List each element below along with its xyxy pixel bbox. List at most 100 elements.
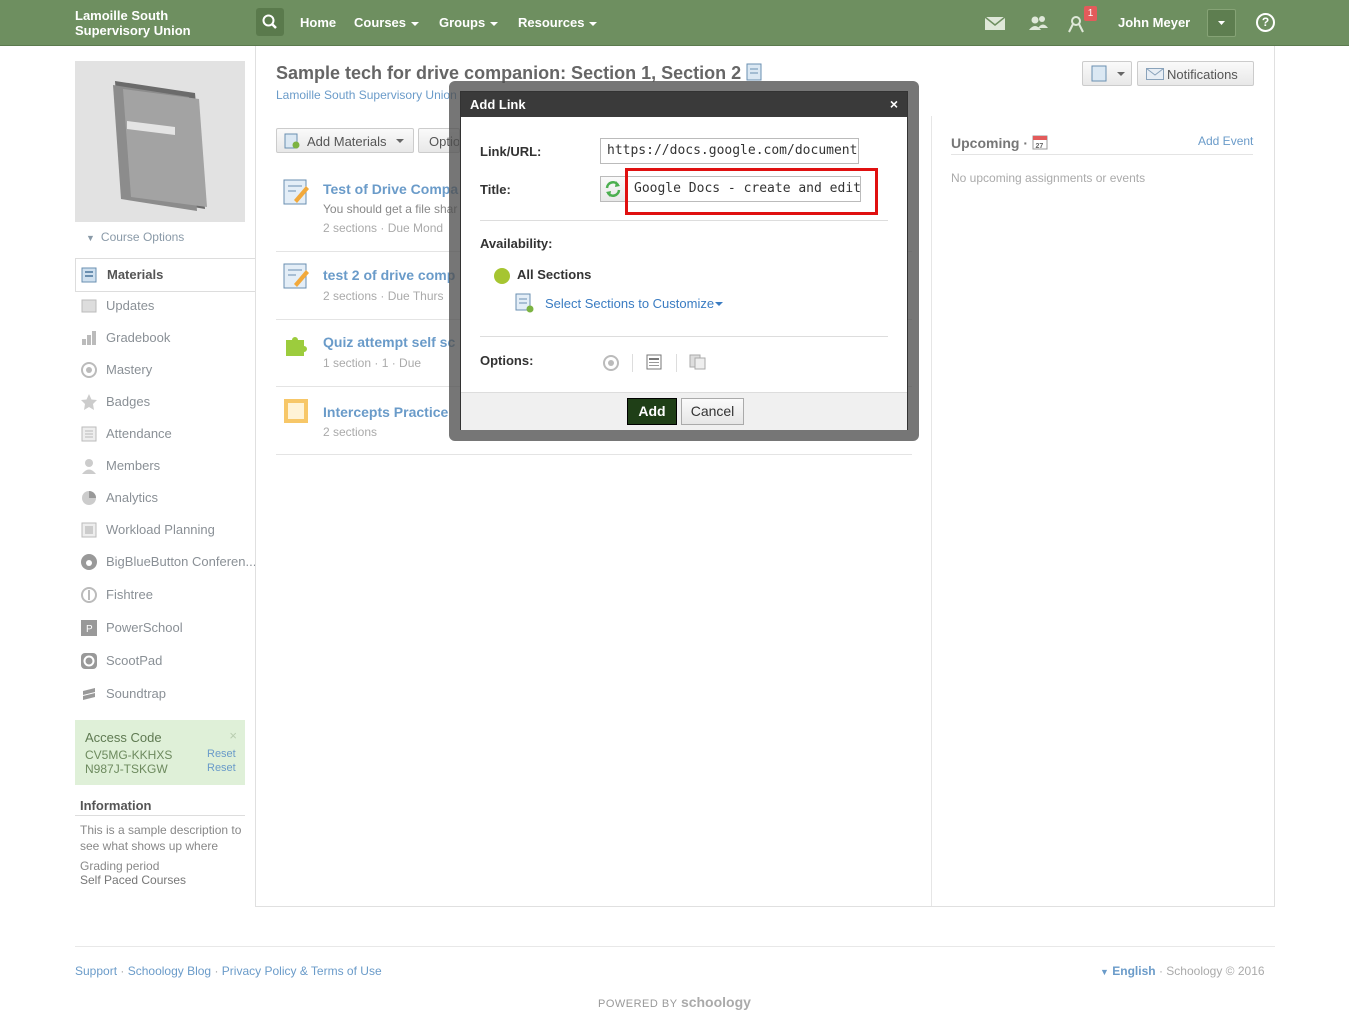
sidebar-item-members[interactable]: Members	[75, 450, 255, 482]
support-link[interactable]: Support	[75, 964, 117, 978]
mail-icon	[1146, 68, 1164, 80]
nav-courses[interactable]: Courses	[354, 15, 420, 30]
refresh-title-button[interactable]	[600, 176, 626, 202]
help-icon[interactable]: ?	[1256, 13, 1275, 32]
sidebar-item-gradebook[interactable]: Gradebook	[75, 322, 255, 354]
sidebar-item-label: PowerSchool	[106, 620, 183, 635]
notification-badge: 1	[1084, 6, 1097, 21]
grid-icon[interactable]	[646, 354, 662, 370]
availability-label: Availability:	[480, 236, 553, 251]
mastery-icon	[81, 362, 97, 378]
link-url-label: Link/URL:	[480, 144, 542, 159]
material-title[interactable]: Test of Drive Compa	[323, 181, 458, 197]
nav-courses-label: Courses	[354, 15, 407, 30]
brand-line-2: Supervisory Union	[75, 23, 191, 38]
sidebar-item-updates[interactable]: Updates	[75, 290, 255, 322]
divider	[632, 354, 633, 372]
divider	[75, 946, 1275, 947]
sidebar-item-label: Members	[106, 458, 161, 473]
brand-logo[interactable]: Lamoille South Supervisory Union	[75, 8, 191, 38]
scootpad-icon	[81, 653, 97, 669]
book-icon	[113, 81, 207, 211]
nav-home[interactable]: Home	[300, 15, 336, 30]
assignment-icon	[283, 263, 309, 289]
add-materials-label: Add Materials	[307, 134, 387, 149]
refresh-icon	[605, 181, 621, 197]
material-title[interactable]: test 2 of drive comp	[323, 267, 455, 283]
chevron-down-icon	[1218, 21, 1225, 25]
nav-groups-label: Groups	[439, 15, 486, 30]
options-label: Options:	[480, 353, 534, 368]
sidebar-item-materials[interactable]: Materials	[75, 258, 255, 292]
user-name[interactable]: John Meyer	[1118, 15, 1190, 30]
language-selector[interactable]: English	[1112, 964, 1155, 978]
add-materials-button[interactable]: Add Materials	[276, 128, 414, 153]
reset-code-2-link[interactable]: Reset	[207, 762, 236, 774]
add-materials-icon	[284, 133, 300, 149]
upcoming-heading: Upcoming · 27	[951, 134, 1048, 151]
material-meta: 2 sections	[323, 425, 378, 439]
search-button[interactable]	[256, 8, 284, 36]
material-meta: 2 sections · Due Thurs	[323, 289, 444, 303]
target-icon[interactable]	[602, 354, 620, 372]
all-sections-label: All Sections	[517, 267, 592, 282]
sidebar-item-badges[interactable]: Badges	[75, 386, 255, 418]
sidebar-item-bigbluebutton[interactable]: BigBlueButton Conferen...	[75, 546, 257, 578]
calendar-icon[interactable]: 27	[1032, 134, 1048, 150]
material-title[interactable]: Intercepts Practice	[323, 404, 448, 420]
sidebar-item-fishtree[interactable]: Fishtree	[75, 579, 255, 611]
add-button[interactable]: Add	[627, 398, 677, 425]
copyright: Schoology © 2016	[1166, 964, 1265, 978]
copy-icon[interactable]	[689, 354, 707, 370]
gradebook-icon	[82, 331, 96, 345]
chevron-down-icon	[490, 21, 499, 26]
access-code-2: N987J-TSKGW	[85, 762, 168, 776]
divider	[951, 154, 1253, 155]
cancel-button[interactable]: Cancel	[681, 398, 744, 425]
blog-link[interactable]: Schoology Blog	[128, 964, 211, 978]
sidebar-item-label: Fishtree	[106, 587, 153, 602]
reset-code-1-link[interactable]: Reset	[207, 748, 236, 760]
school-link[interactable]: Lamoille South Supervisory Union	[276, 88, 457, 102]
sections-icon	[515, 293, 534, 313]
svg-text:27: 27	[1035, 143, 1043, 150]
chevron-down-icon	[396, 139, 404, 143]
close-icon[interactable]: ×	[890, 96, 898, 112]
notifications-button[interactable]: Notifications	[1137, 61, 1254, 86]
mail-icon[interactable]	[984, 13, 1006, 33]
upcoming-title: Upcoming ·	[951, 135, 1028, 151]
link-url-input[interactable]: https://docs.google.com/document/d/	[600, 138, 859, 164]
material-title[interactable]: Quiz attempt self sc	[323, 334, 455, 350]
select-sections-label: Select Sections to Customize	[545, 296, 715, 311]
material-description: You should get a file shar	[323, 202, 458, 216]
info-description-line-1: This is a sample description to	[80, 823, 242, 837]
upcoming-column	[931, 116, 1274, 906]
highlight-box	[625, 168, 878, 215]
add-event-link[interactable]: Add Event	[1198, 134, 1253, 148]
sidebar-item-label: Badges	[106, 394, 151, 409]
nav-groups[interactable]: Groups	[439, 15, 499, 30]
puzzle-icon	[286, 337, 307, 356]
course-options-toggle[interactable]: ▼ Course Options	[86, 230, 184, 244]
close-icon[interactable]: ×	[229, 728, 237, 743]
privacy-link[interactable]: Privacy Policy & Terms of Use	[222, 964, 382, 978]
sidebar-item-attendance[interactable]: Attendance	[75, 418, 255, 450]
sidebar-item-soundtrap[interactable]: Soundtrap	[75, 678, 255, 710]
sidebar-item-scootpad[interactable]: ScootPad	[75, 645, 255, 677]
sidebar-item-mastery[interactable]: Mastery	[75, 354, 255, 386]
sidebar-item-label: BigBlueButton Conferen...	[106, 554, 257, 569]
dialog-title: Add Link	[470, 97, 526, 112]
divider	[676, 354, 677, 372]
materials-icon	[81, 267, 97, 283]
nav-resources[interactable]: Resources	[518, 15, 598, 30]
sidebar-item-analytics[interactable]: Analytics	[75, 482, 255, 514]
bigbluebutton-icon	[81, 554, 97, 570]
sidebar-item-workload-planning[interactable]: Workload Planning	[75, 514, 255, 546]
powered-by: POWERED BY schoology	[598, 994, 751, 1010]
sidebar-item-label: Soundtrap	[106, 686, 166, 701]
sidebar-item-powerschool[interactable]: P PowerSchool	[75, 612, 255, 644]
view-toggle-button[interactable]	[1082, 61, 1132, 86]
user-menu-button[interactable]	[1207, 9, 1236, 37]
people-icon[interactable]	[1027, 13, 1049, 33]
list-view-icon	[1091, 65, 1125, 82]
